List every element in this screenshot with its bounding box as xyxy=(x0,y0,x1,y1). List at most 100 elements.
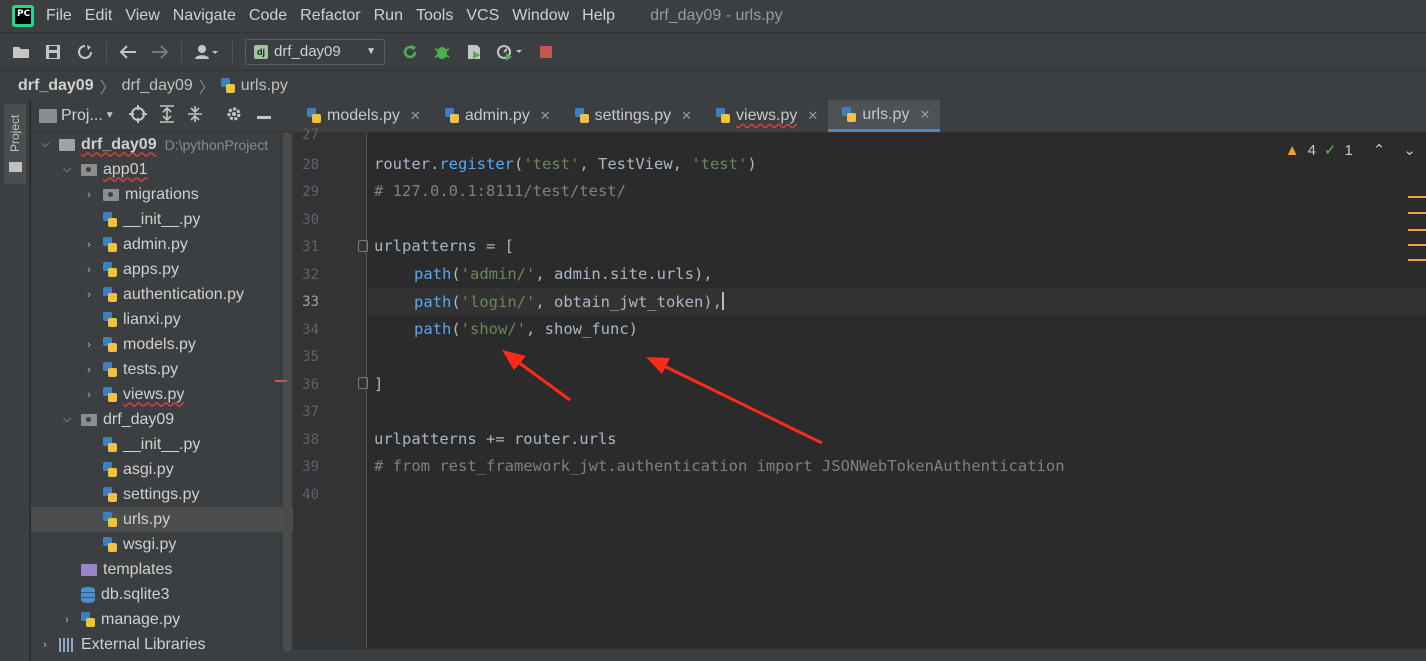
tree-item-lianxi[interactable]: lianxi.py xyxy=(31,307,293,332)
python-file-icon xyxy=(103,261,117,278)
tree-item-authentication[interactable]: › authentication.py xyxy=(31,282,293,307)
tool-window-stripe: Project xyxy=(0,100,30,661)
chevron-right-icon[interactable]: › xyxy=(83,264,95,276)
close-icon[interactable]: ✕ xyxy=(540,108,551,124)
tab-settings[interactable]: settings.py ✕ xyxy=(561,100,702,132)
code-editor[interactable]: router.register('test', TestView, 'test'… xyxy=(368,133,1426,648)
close-icon[interactable]: ✕ xyxy=(807,108,818,124)
breadcrumb-folder[interactable]: drf_day09 xyxy=(122,77,193,95)
warning-marker[interactable] xyxy=(1408,212,1426,214)
editor-gutter[interactable]: 27 28 29 30 31 32 33 34 35 36 37 38 39 4… xyxy=(275,127,367,648)
project-tool-window-button[interactable]: Project xyxy=(4,104,26,184)
tree-item-templates[interactable]: templates xyxy=(31,557,293,582)
tree-item-manage[interactable]: › manage.py xyxy=(31,607,293,632)
locate-icon[interactable] xyxy=(128,104,147,127)
stop-icon[interactable] xyxy=(535,41,557,63)
tab-views[interactable]: views.py ✕ xyxy=(702,100,828,132)
tree-item-app01[interactable]: ⌵ app01 xyxy=(31,157,293,182)
close-icon[interactable]: ✕ xyxy=(410,108,421,124)
menu-tools[interactable]: Tools xyxy=(416,7,453,25)
chevron-right-icon[interactable]: › xyxy=(83,239,95,251)
tab-admin[interactable]: admin.py ✕ xyxy=(431,100,561,132)
chevron-right-icon[interactable]: › xyxy=(83,289,95,301)
rerun-icon[interactable] xyxy=(399,41,421,63)
breadcrumb-file[interactable]: urls.py xyxy=(241,77,288,95)
tree-item-label: db.sqlite3 xyxy=(101,585,170,603)
sync-icon[interactable] xyxy=(74,41,96,63)
run-configuration-select[interactable]: dj drf_day09 ▼ xyxy=(245,38,385,65)
tree-item-init[interactable]: __init__.py xyxy=(31,432,293,457)
python-file-icon xyxy=(103,236,117,253)
menu-navigate[interactable]: Navigate xyxy=(173,7,236,25)
save-icon[interactable] xyxy=(42,41,64,63)
tree-root[interactable]: ⌵ drf_day09 D:\pythonProject xyxy=(31,132,293,157)
chevron-right-icon[interactable]: › xyxy=(83,339,95,351)
menu-edit[interactable]: Edit xyxy=(85,7,113,25)
tree-item-models[interactable]: › models.py xyxy=(31,332,293,357)
warning-marker[interactable] xyxy=(1408,229,1426,231)
breadcrumb-project[interactable]: drf_day09 xyxy=(18,77,94,95)
coverage-icon[interactable] xyxy=(463,41,485,63)
chevron-up-icon[interactable]: ⌃ xyxy=(1373,141,1386,159)
chevron-down-icon[interactable]: ⌵ xyxy=(61,413,73,426)
menu-refactor[interactable]: Refactor xyxy=(300,7,360,25)
menu-file[interactable]: File xyxy=(46,7,72,25)
expand-all-icon[interactable] xyxy=(159,104,175,127)
python-file-icon xyxy=(444,108,459,124)
gear-icon[interactable] xyxy=(225,105,243,127)
horizontal-scrollbar[interactable] xyxy=(293,648,1426,661)
debug-icon[interactable] xyxy=(431,41,453,63)
fold-marker-icon[interactable] xyxy=(358,240,368,252)
chevron-down-icon[interactable]: ⌵ xyxy=(61,163,73,176)
tree-item-settings[interactable]: settings.py xyxy=(31,482,293,507)
forward-icon[interactable] xyxy=(149,41,171,63)
collapse-all-icon[interactable] xyxy=(187,105,203,127)
tree-item-tests[interactable]: › tests.py xyxy=(31,357,293,382)
tree-item-views[interactable]: › views.py xyxy=(31,382,293,407)
menu-window[interactable]: Window xyxy=(512,7,569,25)
project-scrollbar[interactable] xyxy=(283,132,291,652)
tree-item-db[interactable]: db.sqlite3 xyxy=(31,582,293,607)
menu-help[interactable]: Help xyxy=(582,7,615,25)
menu-run[interactable]: Run xyxy=(374,7,403,25)
menu-vcs[interactable]: VCS xyxy=(466,7,499,25)
minimize-icon[interactable] xyxy=(256,107,271,124)
close-icon[interactable]: ✕ xyxy=(681,108,692,124)
chevron-right-icon[interactable]: › xyxy=(83,189,95,201)
tree-item-external-libraries[interactable]: › External Libraries xyxy=(31,632,293,657)
profile-icon[interactable] xyxy=(495,41,525,63)
tab-label: urls.py xyxy=(862,105,910,123)
tree-item-migrations[interactable]: › migrations xyxy=(31,182,293,207)
chevron-right-icon[interactable]: › xyxy=(61,614,73,626)
chevron-down-icon[interactable]: ▼ xyxy=(105,110,115,121)
tab-urls[interactable]: urls.py ✕ xyxy=(828,100,941,132)
warning-icon: ▲ xyxy=(1284,141,1300,159)
line-number: 39 xyxy=(302,459,319,475)
tree-item-apps[interactable]: › apps.py xyxy=(31,257,293,282)
project-view-select[interactable]: Proj... xyxy=(61,107,103,125)
warning-marker[interactable] xyxy=(1408,244,1426,246)
code-line-33: path('login/', obtain_jwt_token), xyxy=(414,292,724,311)
menu-code[interactable]: Code xyxy=(249,7,287,25)
tree-item-urls[interactable]: urls.py xyxy=(31,507,293,532)
back-icon[interactable] xyxy=(117,41,139,63)
menu-view[interactable]: View xyxy=(125,7,159,25)
tree-item-init[interactable]: __init__.py xyxy=(31,207,293,232)
inspection-widget[interactable]: ▲ 4 ✓ 1 ⌃ ⌄ xyxy=(1284,141,1416,160)
tree-item-wsgi[interactable]: wsgi.py xyxy=(31,532,293,557)
chevron-down-icon[interactable]: ⌵ xyxy=(39,138,51,151)
user-icon[interactable] xyxy=(192,41,222,63)
chevron-right-icon[interactable]: › xyxy=(83,364,95,376)
tree-item-asgi[interactable]: asgi.py xyxy=(31,457,293,482)
open-icon[interactable] xyxy=(10,41,32,63)
chevron-down-icon[interactable]: ⌄ xyxy=(1403,141,1416,159)
tree-item-admin[interactable]: › admin.py xyxy=(31,232,293,257)
tab-label: settings.py xyxy=(594,107,672,124)
warning-marker[interactable] xyxy=(1408,196,1426,198)
chevron-right-icon[interactable]: › xyxy=(83,389,95,401)
warning-marker[interactable] xyxy=(1408,259,1426,261)
chevron-right-icon[interactable]: › xyxy=(39,639,51,651)
tree-item-drf-day09[interactable]: ⌵ drf_day09 xyxy=(31,407,293,432)
close-icon[interactable]: ✕ xyxy=(919,107,930,123)
fold-marker-icon[interactable] xyxy=(358,377,368,389)
